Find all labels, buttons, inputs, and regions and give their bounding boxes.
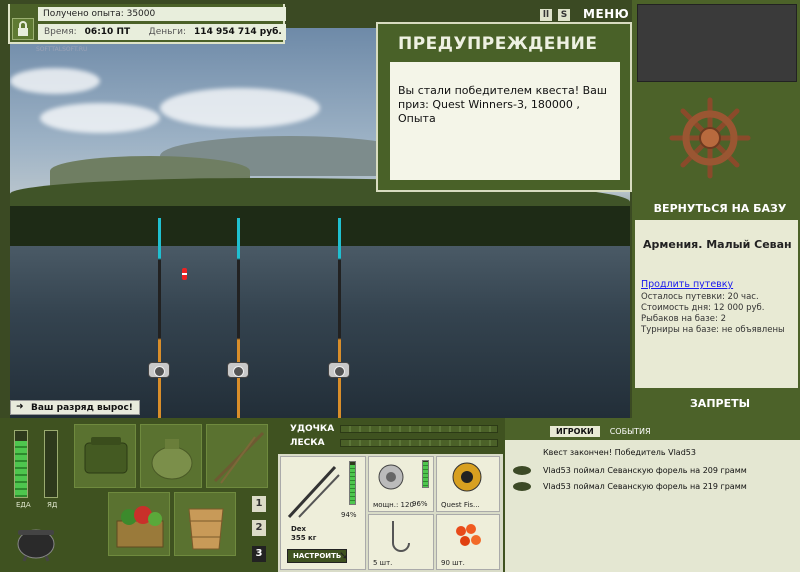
fishing-rod-2[interactable] [237,218,240,418]
poison-label: ЯД [47,501,58,509]
line-tension-bar [340,439,498,447]
tab-events[interactable]: СОБЫТИЯ [604,426,657,437]
inventory-tab-3[interactable]: 3 [252,546,266,562]
bait-count: 90 шт. [441,559,465,567]
time-label: Время: [44,27,77,37]
tab-players[interactable]: ИГРОКИ [550,426,600,437]
inventory-tab-2[interactable]: 2 [252,520,266,536]
bobber [182,268,187,280]
reel-condition: 96% [412,500,428,508]
reel-condition-bar [422,460,429,488]
catch-message: Vlad53 поймал Севанскую форель на 219 гр… [543,482,747,491]
reel-power: мощн.: 120 [373,501,414,509]
bans-button[interactable]: ЗАПРЕТЫ [645,397,795,410]
time-money-row: Время: 06:10 ПТ Деньги: 114 954 714 руб. [38,24,286,40]
reel-3 [328,362,350,378]
return-to-base-button[interactable]: ВЕРНУТЬСЯ НА БАЗУ [645,202,795,215]
warning-message: Вы стали победителем квеста! Ваш приз: Q… [390,62,620,180]
tackle-status: УДОЧКА ЛЕСКА [278,418,503,454]
catch-message: Vlad53 поймал Севанскую форель на 209 гр… [543,466,747,475]
warning-dialog: ПРЕДУПРЕЖДЕНИЕ Вы стали победителем квес… [376,22,632,192]
rod-name: Dex [291,525,307,533]
rod-tension-bar [340,425,498,433]
line-name: Quest Fis... [441,501,480,509]
cauldron-icon[interactable] [14,518,58,562]
rod-max-weight: 355 кг [291,534,317,542]
quest-finished-message: Квест закончен! Победитель Vlad53 [543,448,696,457]
sack-icon[interactable] [140,424,202,488]
status-meters: ЕДА ЯД [10,424,66,514]
fishing-rod-1[interactable] [158,218,161,418]
tournaments-at-base: Турниры на базе: не объявлены [641,325,785,335]
chat-panel: ИГРОКИ СОБЫТИЯ Квест закончен! Победител… [505,418,800,572]
extend-permit-link[interactable]: Продлить путевку [641,279,733,290]
food-label: ЕДА [16,501,31,509]
fishing-rod-3[interactable] [338,218,341,418]
fish-icon [513,482,531,491]
food-meter [14,430,28,498]
vegetable-basket-icon[interactable] [108,492,170,556]
chat-tabs: ИГРОКИ СОБЫТИЯ [550,426,657,437]
status-panel: Получено опыта: 35000 Время: 06:10 ПТ Де… [8,4,286,44]
ad-banner [637,4,797,82]
poison-meter [44,430,58,498]
day-cost: Стоимость дня: 12 000 руб. [641,303,765,313]
hook-count: 5 шт. [373,559,393,567]
watermark: SOFTTALSOFT.RU [36,46,88,53]
inventory-tab-1[interactable]: 1 [252,496,266,512]
arrow-icon[interactable]: ➘ [339,549,348,562]
hook-slot[interactable]: 5 шт. [368,514,434,570]
lock-icon[interactable] [12,18,34,40]
location-name: Армения. Малый Севан [643,238,792,251]
rod-status-label: УДОЧКА [290,424,335,434]
rank-up-notice[interactable]: Ваш разряд вырос! [10,400,140,415]
bucket-icon[interactable] [174,492,236,556]
time-value: 06:10 ПТ [84,27,131,37]
tackle-box-icon[interactable] [74,424,136,488]
experience-gained: Получено опыта: 35000 [38,7,286,21]
line-status-label: ЛЕСКА [290,438,325,448]
rod-slot[interactable]: 94% Dex 355 кг НАСТРОИТЬ ➘ [280,456,366,570]
sound-icon[interactable]: S [558,9,570,21]
location-info-panel: Армения. Малый Севан Продлить путевку Ос… [635,220,798,388]
money-value: 114 954 714 руб. [194,27,282,37]
bait-slot[interactable]: 90 шт. [436,514,500,570]
permit-remaining: Осталось путевки: 20 час. [641,292,759,302]
rod-bundle-icon[interactable] [206,424,268,488]
ship-wheel-icon[interactable] [668,96,752,180]
money-label: Деньги: [148,27,187,37]
warning-title: ПРЕДУПРЕЖДЕНИЕ [398,34,598,54]
rod-condition: 94% [341,511,357,519]
line-slot[interactable]: Quest Fis... [436,456,500,512]
fish-icon [513,466,531,475]
reel-1 [148,362,170,378]
anglers-at-base: Рыбаков на базе: 2 [641,314,726,324]
reel-2 [227,362,249,378]
menu-button[interactable]: МЕНЮ [583,7,629,21]
tackle-panel: УДОЧКА ЛЕСКА 94% Dex 355 кг НАСТРОИТЬ ➘ … [278,418,503,572]
chat-log: Квест закончен! Победитель Vlad53 Vlad53… [505,440,800,572]
pause-icon[interactable]: ll [540,9,552,21]
